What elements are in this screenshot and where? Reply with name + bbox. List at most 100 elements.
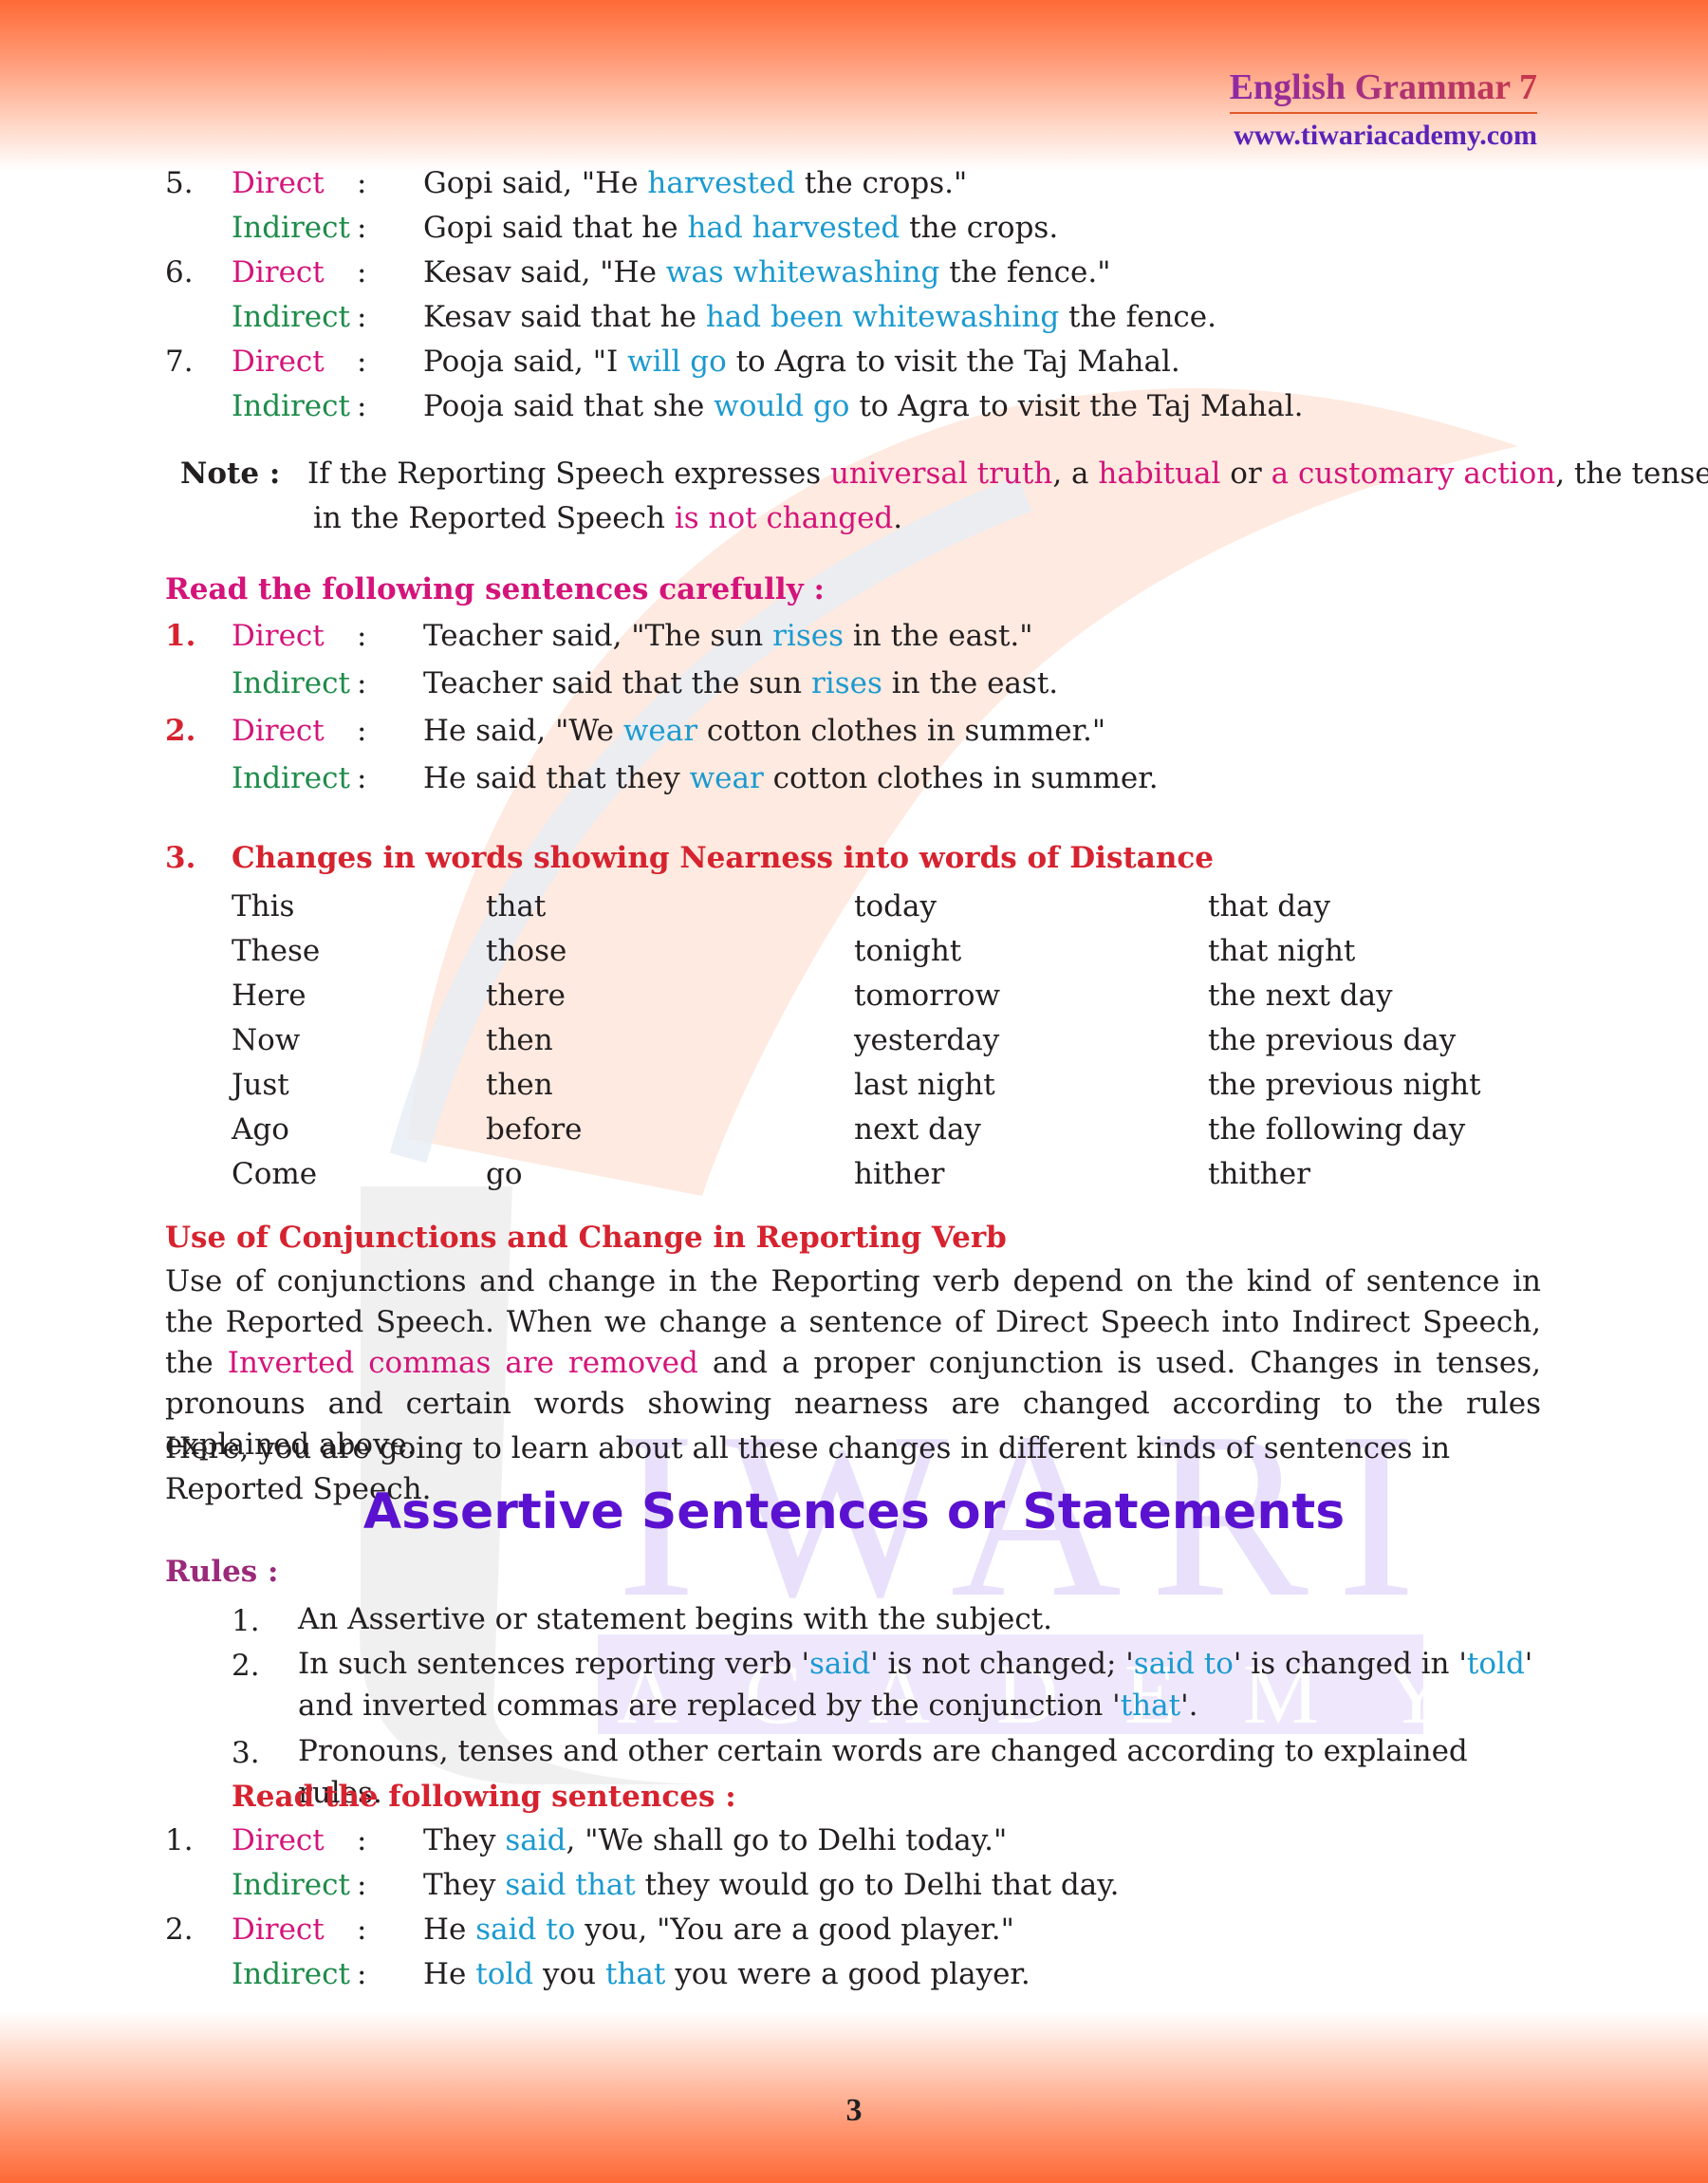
indirect-sentence: Pooja said that she would go to Agra to … [423, 392, 1304, 421]
direct-label: Direct [232, 345, 325, 379]
highlighted-phrase: told [475, 1957, 534, 1991]
text-run: the crops." [795, 166, 968, 200]
text-run: you [533, 1957, 605, 1991]
nearness-table-cell: Now [232, 1023, 301, 1057]
text-run: in the east. [882, 666, 1059, 700]
text-run: ' is changed in ' [1233, 1647, 1467, 1681]
text-run: the fence. [1059, 300, 1216, 334]
text-run: to Agra to visit the Taj Mahal. [726, 345, 1180, 379]
text-run: Pooja said that she [423, 389, 715, 423]
text-run: to Agra to visit the Taj Mahal. [849, 389, 1304, 423]
book-title: English Grammar 7 [1229, 66, 1537, 114]
text-run: Kesav said that he [423, 300, 706, 334]
rule-number: 3. [232, 1736, 260, 1770]
nearness-table-cell: These [232, 934, 321, 968]
nearness-table-cell: yesterday [854, 1023, 1000, 1057]
highlighted-phrase: said that [505, 1868, 636, 1902]
text-run: they would go to Delhi that day. [635, 1868, 1120, 1902]
text-run: He said, "We [423, 714, 623, 748]
highlighted-phrase: said [505, 1823, 566, 1857]
nearness-table-cell: Here [232, 979, 306, 1013]
text-run: He [423, 1912, 476, 1947]
highlighted-phrase: was whitewashing [665, 255, 940, 289]
indirect-sentence: Gopi said that he had harvested the crop… [423, 214, 1058, 243]
text-run: Pooja said, "I [423, 345, 628, 379]
assertive-section-title: Assertive Sentences or Statements [362, 1483, 1346, 1540]
nearness-table-cell: next day [854, 1112, 981, 1147]
text-run: in the Reported Speech [313, 501, 675, 535]
colon-separator: : [357, 345, 367, 379]
nearness-heading-row: 3. Changes in words showing Nearness int… [165, 841, 1214, 875]
text-run: '. [1180, 1689, 1198, 1723]
direct-label: Direct [232, 166, 325, 200]
highlighted-phrase: had been whitewashing [705, 300, 1060, 334]
direct-sentence: Teacher said, "The sun rises in the east… [423, 622, 1033, 651]
colon-separator: : [357, 1868, 367, 1902]
indirect-sentence: He told you that you were a good player. [423, 1960, 1030, 1989]
highlighted-phrase: that [1120, 1689, 1181, 1723]
direct-sentence: He said to you, "You are a good player." [423, 1915, 1014, 1945]
indirect-label: Indirect [232, 389, 350, 423]
text-run: An Assertive or statement begins with th… [298, 1602, 1053, 1636]
example-number: 1. [165, 619, 196, 653]
example-number: 7. [165, 345, 194, 379]
text-run: you, "You are a good player." [575, 1912, 1014, 1947]
text-run: They [423, 1868, 506, 1902]
nearness-table-cell: those [486, 934, 567, 968]
rule-number: 2. [232, 1649, 260, 1683]
nearness-table-cell: there [486, 979, 566, 1013]
indirect-label: Indirect [232, 761, 350, 795]
text-run: ' is not changed; ' [870, 1647, 1134, 1681]
indirect-sentence: Teacher said that the sun rises in the e… [423, 669, 1058, 699]
nearness-table-cell: Just [232, 1068, 289, 1102]
direct-sentence: Kesav said, "He was whitewashing the fen… [423, 258, 1111, 288]
colon-separator: : [357, 714, 367, 748]
direct-sentence: They said, "We shall go to Delhi today." [423, 1826, 1007, 1856]
highlighted-phrase: wear [689, 761, 764, 795]
text-run: He [423, 1957, 476, 1991]
example-number: 5. [165, 166, 194, 200]
highlighted-phrase: said to [475, 1912, 576, 1947]
highlighted-phrase: told [1466, 1647, 1525, 1681]
rules-heading: Rules : [165, 1555, 279, 1589]
colon-separator: : [357, 300, 367, 334]
indirect-sentence: Kesav said that he had been whitewashing… [423, 303, 1216, 332]
text-run: Teacher said, "The sun [423, 619, 773, 653]
colon-separator: : [357, 1957, 367, 1991]
text-run: . [893, 501, 903, 535]
conjunctions-heading: Use of Conjunctions and Change in Report… [165, 1221, 1007, 1255]
highlighted-phrase: harvested [647, 166, 796, 200]
indirect-label: Indirect [232, 1957, 350, 1991]
emphasized-phrase: Inverted commas are removed [227, 1346, 698, 1380]
text-run: , "We shall go to Delhi today." [566, 1823, 1008, 1857]
direct-label: Direct [232, 255, 325, 289]
direct-label: Direct [232, 1823, 325, 1857]
text-run: They [423, 1823, 506, 1857]
emphasized-phrase: universal truth [829, 457, 1053, 491]
website-link[interactable]: www.tiwariacademy.com [1234, 120, 1537, 152]
indirect-sentence: They said that they would go to Delhi th… [423, 1871, 1119, 1900]
nearness-table-cell: the following day [1208, 1112, 1466, 1147]
colon-separator: : [357, 1912, 367, 1947]
indirect-label: Indirect [232, 300, 350, 334]
text-run: cotton clothes in summer. [763, 761, 1159, 795]
nearness-table-cell: tomorrow [854, 979, 1001, 1013]
highlighted-phrase: said to [1133, 1647, 1234, 1681]
colon-separator: : [357, 211, 367, 245]
nearness-table-cell: last night [854, 1068, 995, 1102]
text-run: the crops. [900, 211, 1059, 245]
nearness-table-cell: thither [1208, 1157, 1310, 1191]
rule-text: In such sentences reporting verb 'said' … [298, 1643, 1541, 1726]
text-run: In such sentences reporting verb ' [298, 1647, 810, 1681]
highlighted-phrase: rises [772, 619, 845, 653]
emphasized-phrase: a customary action [1271, 457, 1556, 491]
text-run: , a [1052, 457, 1099, 491]
nearness-table-cell: go [486, 1157, 523, 1191]
highlighted-phrase: will go [627, 345, 727, 379]
text-run: you were a good player. [665, 1957, 1030, 1991]
text-run: He said that they [423, 761, 690, 795]
nearness-table-cell: then [486, 1068, 553, 1102]
note-text-line-2: in the Reported Speech is not changed. [313, 504, 902, 533]
nearness-table-cell: that [486, 889, 547, 924]
highlighted-phrase: said [809, 1647, 871, 1681]
